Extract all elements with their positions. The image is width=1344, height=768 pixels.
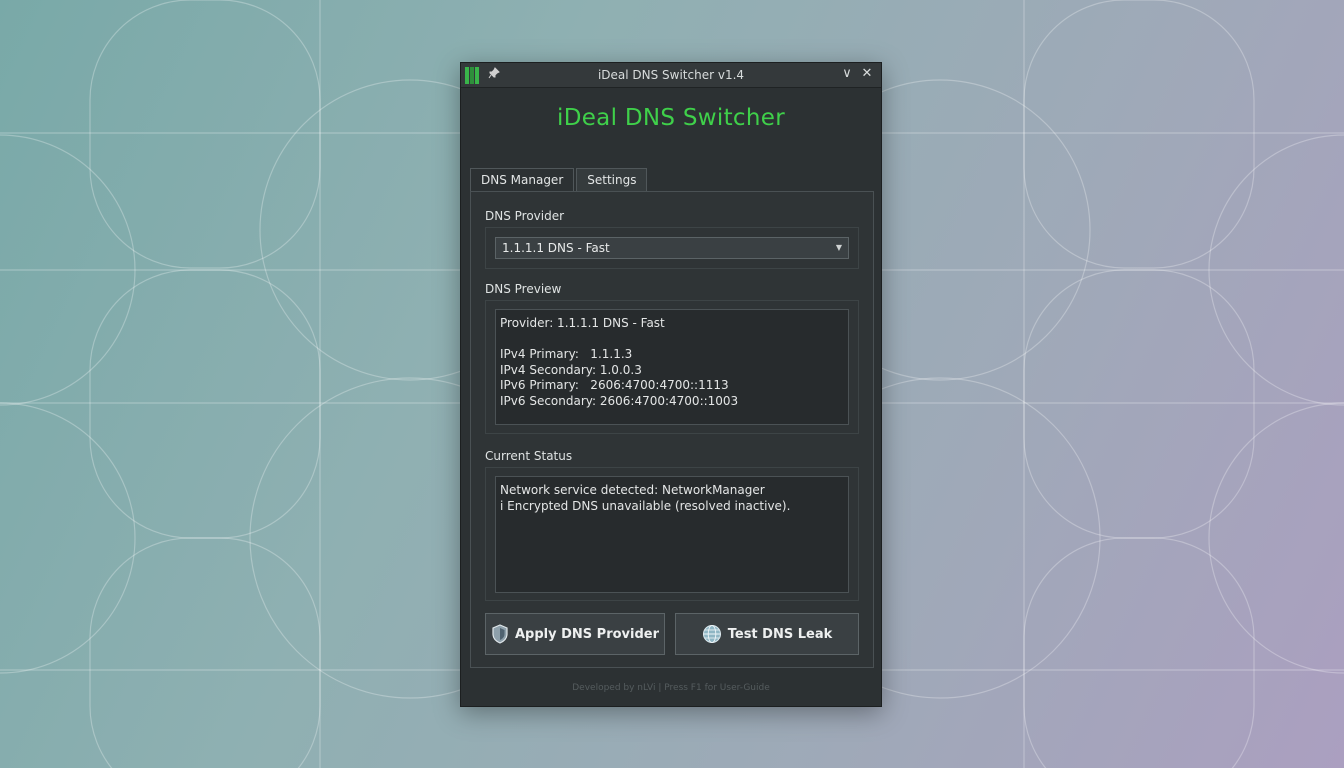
dns-manager-panel: DNS Provider 1.1.1.1 DNS - Fast ▼ DNS Pr… [470,191,874,668]
dns-provider-label: DNS Provider [485,209,565,223]
dns-preview-text[interactable]: Provider: 1.1.1.1 DNS - Fast IPv4 Primar… [495,309,849,425]
minimize-button[interactable]: ∨ [839,66,855,82]
shield-icon [492,624,508,644]
status-line: i Encrypted DNS unavailable (resolved in… [500,498,791,513]
app-heading: iDeal DNS Switcher [557,105,785,131]
test-button-label: Test DNS Leak [727,626,833,642]
status-line: Network service detected: NetworkManager [500,483,765,497]
preview-line: IPv6 Primary: 2606:4700:4700::1113 [500,378,729,392]
tab-settings[interactable]: Settings [576,168,648,191]
title-bar[interactable]: iDeal DNS Switcher v1.4 ∨ ✕ [461,63,881,88]
footer-text: Developed by nLVi | Press F1 for User-Gu… [572,683,770,693]
preview-line: Provider: 1.1.1.1 DNS - Fast [500,316,665,330]
dropdown-arrow-icon: ▼ [835,243,842,252]
preview-line: IPv4 Primary: 1.1.1.3 [500,347,633,361]
close-button[interactable]: ✕ [859,66,875,82]
dns-preview-label: DNS Preview [485,282,562,296]
tab-dns-manager[interactable]: DNS Manager [470,168,575,192]
globe-icon [702,625,721,643]
apply-button-label: Apply DNS Provider [514,626,660,642]
app-window: iDeal DNS Switcher v1.4 ∨ ✕ iDeal DNS Sw… [460,62,882,707]
preview-line: IPv6 Secondary: 2606:4700:4700::1003 [500,393,739,408]
test-dns-leak-button[interactable]: Test DNS Leak [675,613,859,655]
dns-provider-select[interactable]: 1.1.1.1 DNS - Fast ▼ [495,237,849,259]
window-title: iDeal DNS Switcher v1.4 [597,68,745,82]
dns-provider-selected-value: 1.1.1.1 DNS - Fast [502,241,610,255]
preview-line [500,332,844,348]
preview-line: IPv4 Secondary: 1.0.0.3 [500,362,642,377]
current-status-label: Current Status [485,449,573,463]
tab-bar: DNS Manager Settings [470,168,649,192]
apply-dns-provider-button[interactable]: Apply DNS Provider [485,613,665,655]
current-status-text[interactable]: Network service detected: NetworkManager… [495,476,849,593]
